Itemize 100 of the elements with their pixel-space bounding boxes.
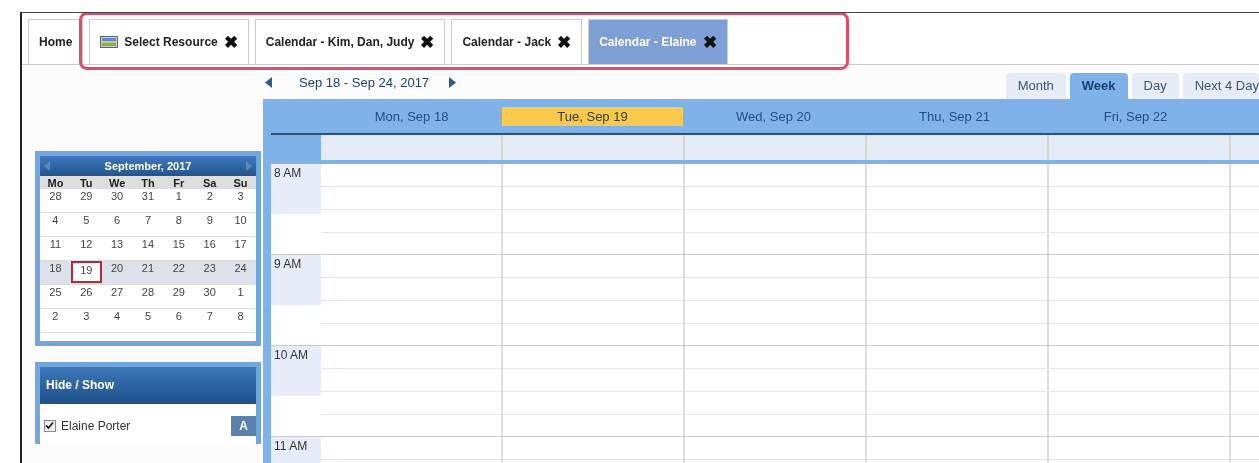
date-cell[interactable]: 21 <box>132 261 164 274</box>
view-tab[interactable]: Month <box>1005 73 1066 99</box>
weekday-label: We <box>107 176 127 189</box>
time-slot[interactable] <box>321 255 503 345</box>
day-header: Fri, Sep 22 <box>1102 107 1169 126</box>
resource-name: Elaine Porter <box>61 419 132 433</box>
date-cell[interactable]: 25 <box>40 285 71 298</box>
date-cell[interactable]: 27 <box>101 285 133 298</box>
date-cell[interactable]: 31 <box>132 189 164 202</box>
date-cell[interactable]: 9 <box>194 213 226 226</box>
date-cell[interactable]: 23 <box>194 261 226 274</box>
previous-month-icon[interactable] <box>44 161 50 171</box>
date-cell[interactable]: 24 <box>225 261 256 274</box>
date-cell[interactable]: 4 <box>40 213 71 226</box>
time-slot[interactable] <box>685 164 867 254</box>
day-header: Wed, Sep 20 <box>735 107 812 126</box>
next-month-icon[interactable] <box>246 161 252 171</box>
time-slot[interactable] <box>685 255 867 345</box>
time-label: 11 AM <box>271 437 321 463</box>
time-slot[interactable] <box>1049 255 1231 345</box>
date-cell[interactable]: 28 <box>132 285 164 298</box>
close-icon[interactable]: ✖ <box>702 31 717 53</box>
date-cell[interactable]: 7 <box>132 213 164 226</box>
time-slot[interactable] <box>867 255 1049 345</box>
date-cell[interactable]: 26 <box>70 285 102 298</box>
date-cell[interactable]: 8 <box>163 213 195 226</box>
date-cell[interactable]: 5 <box>132 309 164 322</box>
date-cell[interactable]: 13 <box>101 237 133 250</box>
close-icon[interactable]: ✖ <box>557 31 572 53</box>
tab[interactable]: Calendar - Kim, Dan, Judy ✖ <box>254 19 446 64</box>
date-cell[interactable]: 12 <box>70 237 102 250</box>
next-icon[interactable] <box>449 76 457 88</box>
date-cell[interactable]: 3 <box>70 309 102 322</box>
date-cell[interactable]: 29 <box>70 189 102 202</box>
close-icon[interactable]: ✖ <box>420 31 435 53</box>
date-cell[interactable]: 7 <box>194 309 226 322</box>
date-cell[interactable]: 2 <box>194 189 226 202</box>
date-cell[interactable]: 4 <box>101 309 133 322</box>
time-slot[interactable] <box>685 346 867 436</box>
day-header: Tue, Sep 19 <box>502 106 683 126</box>
tab[interactable]: Select Resource ✖ <box>89 19 249 64</box>
monitor-icon <box>100 36 119 48</box>
date-cell[interactable]: 16 <box>194 237 226 250</box>
date-cell[interactable]: 5 <box>70 213 102 226</box>
day-header: Mon, Sep 18 <box>373 107 450 126</box>
date-cell[interactable]: 1 <box>163 189 195 202</box>
time-label: 9 AM <box>271 255 321 305</box>
time-slot[interactable] <box>321 346 503 436</box>
resource-badge: A <box>231 416 256 436</box>
date-cell[interactable]: 30 <box>194 285 226 298</box>
date-cell[interactable]: 10 <box>225 213 256 226</box>
date-cell[interactable]: 2 <box>40 309 71 322</box>
view-tab[interactable]: Day <box>1131 73 1179 99</box>
time-slot[interactable] <box>503 255 685 345</box>
weekday-label: Th <box>140 176 156 189</box>
time-slot[interactable] <box>867 346 1049 436</box>
time-slot[interactable] <box>1049 346 1231 436</box>
date-cell[interactable]: 20 <box>101 261 133 274</box>
view-tab[interactable]: Week <box>1069 73 1128 99</box>
date-cell[interactable]: 15 <box>163 237 195 250</box>
date-cell[interactable]: 18 <box>40 261 71 274</box>
time-label: 8 AM <box>271 164 321 214</box>
date-cell[interactable]: 3 <box>225 189 256 202</box>
date-cell[interactable]: 17 <box>225 237 256 250</box>
weekday-label: Fr <box>172 176 186 189</box>
date-cell[interactable]: 19 <box>70 261 102 283</box>
date-range: Sep 18 - Sep 24, 2017 <box>299 74 430 90</box>
date-cell[interactable]: 14 <box>132 237 164 250</box>
view-tab[interactable]: Next 4 Day <box>1182 73 1259 99</box>
time-slot[interactable] <box>503 346 685 436</box>
time-slot[interactable] <box>1049 164 1231 254</box>
date-cell[interactable]: 30 <box>101 189 133 202</box>
previous-icon[interactable] <box>265 76 272 88</box>
time-slot[interactable] <box>321 164 503 254</box>
weekday-label: Su <box>232 176 249 189</box>
weekday-label: Tu <box>78 176 94 189</box>
day-header: Thu, Sep 21 <box>918 107 991 126</box>
close-icon[interactable]: ✖ <box>223 31 238 53</box>
time-slot[interactable] <box>503 164 685 254</box>
week-row[interactable]: 28 29 30 31 1 2 3 <box>40 189 256 213</box>
time-label: 10 AM <box>271 346 321 396</box>
week-row[interactable]: 25 26 27 28 29 30 1 <box>40 285 256 309</box>
date-cell[interactable]: 1 <box>225 285 256 298</box>
date-cell[interactable]: 22 <box>163 261 195 274</box>
week-row[interactable]: 4 5 6 7 8 9 10 <box>40 213 256 237</box>
panel-header: Hide / Show <box>40 367 256 404</box>
week-row[interactable]: 2 3 4 5 6 7 8 <box>40 309 256 333</box>
checkbox[interactable] <box>44 420 56 432</box>
date-cell[interactable]: 6 <box>101 213 133 226</box>
date-cell[interactable]: 28 <box>40 189 71 202</box>
week-row[interactable]: 18 19 20 21 22 23 24 <box>40 261 256 285</box>
date-cell[interactable]: 8 <box>225 309 256 322</box>
date-cell[interactable]: 6 <box>163 309 195 322</box>
tab[interactable]: Calendar - Elaine ✖ <box>588 19 728 64</box>
tab[interactable]: Calendar - Jack ✖ <box>451 19 583 64</box>
date-cell[interactable]: 29 <box>163 285 195 298</box>
weekday-label: Sa <box>201 176 218 189</box>
time-slot[interactable] <box>867 164 1049 254</box>
date-cell[interactable]: 11 <box>40 237 71 250</box>
tab[interactable]: Home <box>28 19 84 64</box>
